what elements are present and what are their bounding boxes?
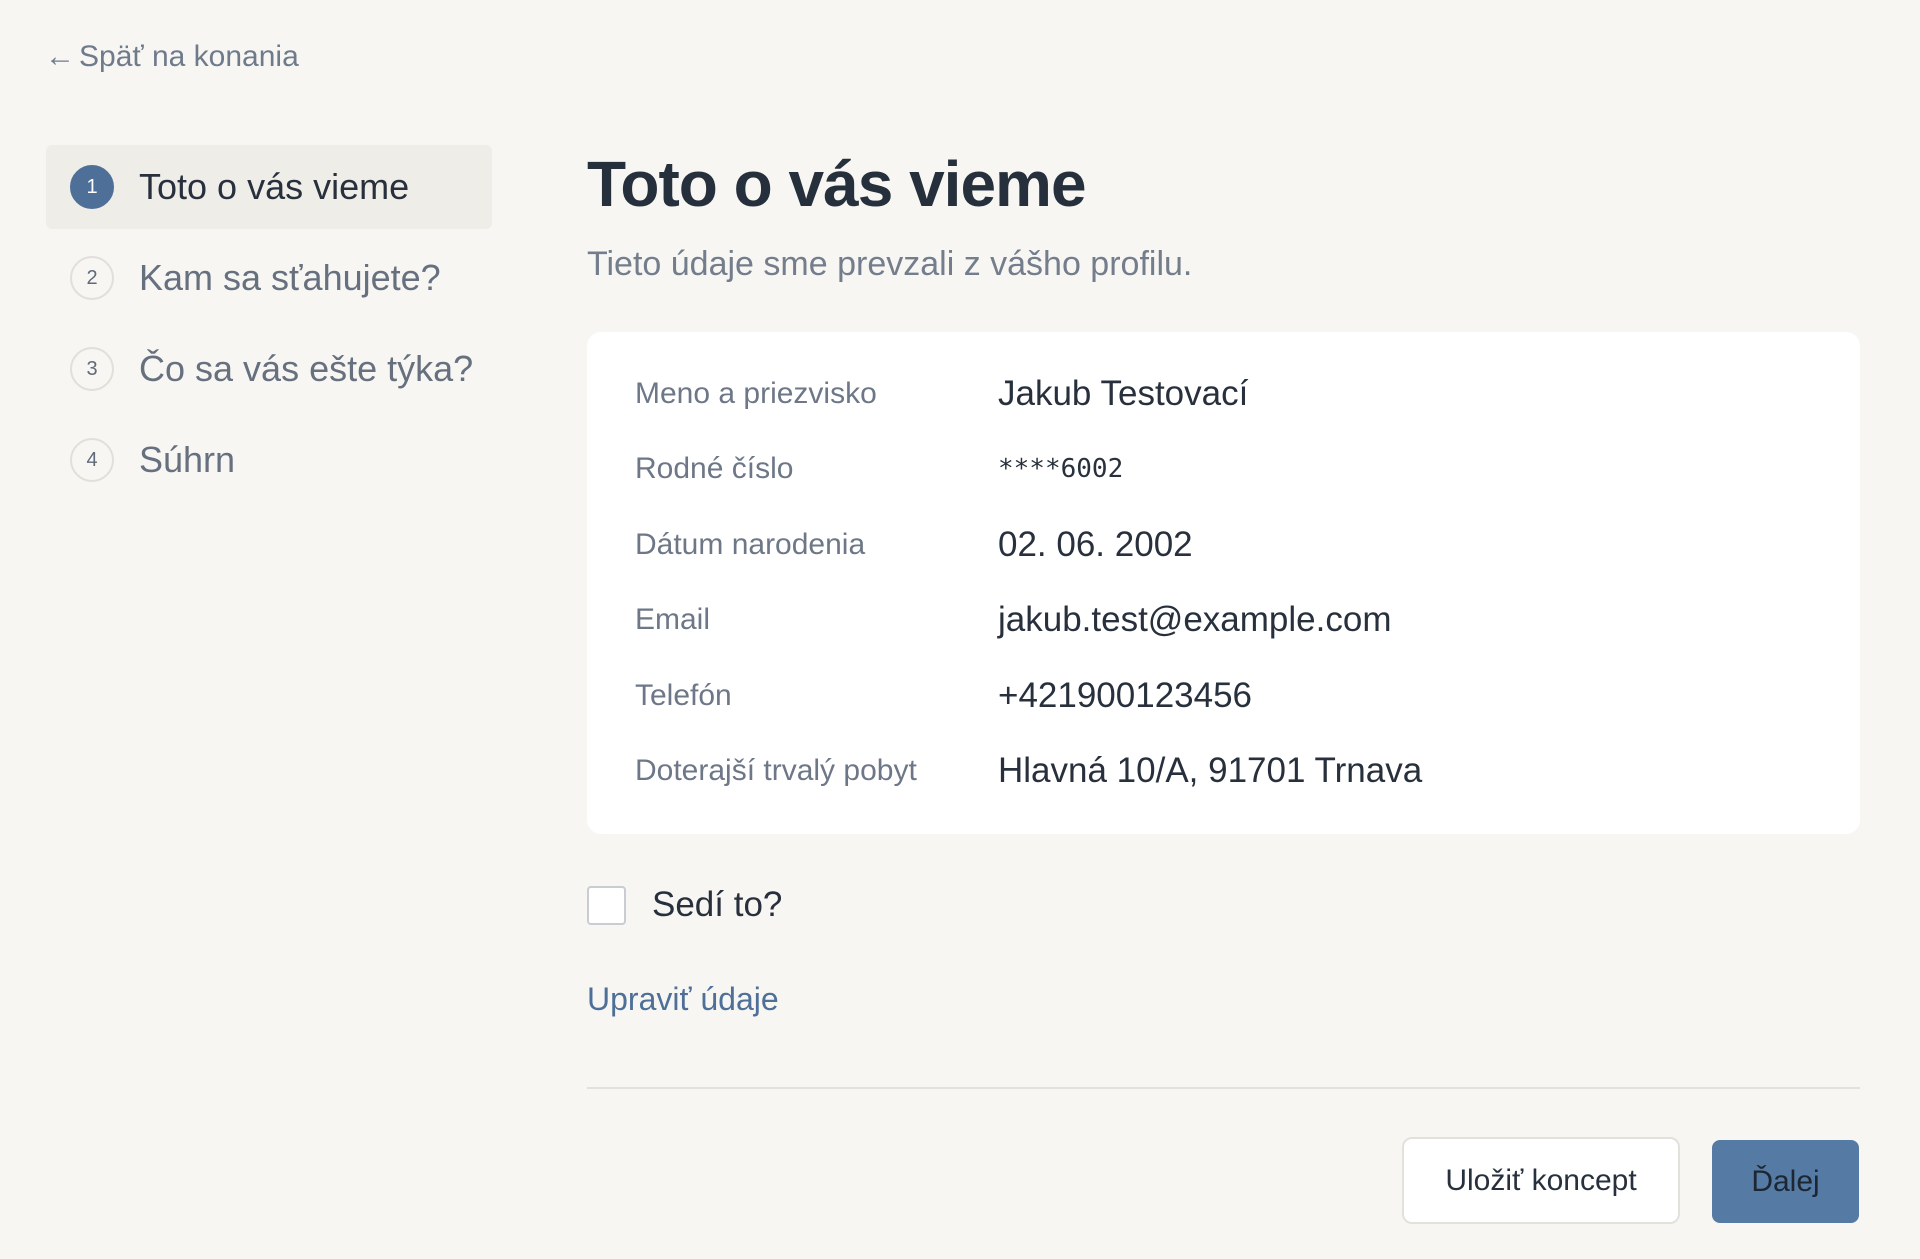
confirm-checkbox-row[interactable]: Sedí to? xyxy=(587,885,782,925)
step-2[interactable]: 2 Kam sa sťahujete? xyxy=(46,236,492,320)
confirm-checkbox[interactable] xyxy=(587,885,626,925)
save-draft-button[interactable]: Uložiť koncept xyxy=(1402,1137,1680,1224)
divider xyxy=(587,1087,1860,1089)
next-button[interactable]: Ďalej xyxy=(1712,1140,1859,1223)
page-subtitle: Tieto údaje sme prevzali z vášho profilu… xyxy=(587,245,1193,283)
info-value: ****6002 xyxy=(998,454,1124,485)
info-label: Telefón xyxy=(635,678,732,712)
info-label: Doterajší trvalý pobyt xyxy=(635,754,917,788)
back-link[interactable]: ← Späť na konania xyxy=(45,40,299,74)
arrow-left-icon: ← xyxy=(45,40,75,73)
info-row-birth-date: Dátum narodenia 02. 06. 2002 xyxy=(635,507,1860,583)
info-value: 02. 06. 2002 xyxy=(998,524,1193,564)
info-value: Hlavná 10/A, 91701 Trnava xyxy=(998,751,1423,791)
info-row-name: Meno a priezvisko Jakub Testovací xyxy=(635,356,1860,432)
info-label: Meno a priezvisko xyxy=(635,376,877,410)
info-value: jakub.test@example.com xyxy=(998,600,1392,640)
step-3[interactable]: 3 Čo sa vás ešte týka? xyxy=(46,327,492,411)
step-label: Toto o vás vieme xyxy=(139,166,410,207)
step-4[interactable]: 4 Súhrn xyxy=(46,418,492,502)
step-number: 1 xyxy=(70,165,114,209)
step-1[interactable]: 1 Toto o vás vieme xyxy=(46,145,492,229)
info-row-phone: Telefón +421900123456 xyxy=(635,658,1860,734)
info-label: Rodné číslo xyxy=(635,452,794,486)
info-label: Dátum narodenia xyxy=(635,527,866,561)
profile-card: Meno a priezvisko Jakub Testovací Rodné … xyxy=(587,332,1860,834)
stepper: 1 Toto o vás vieme 2 Kam sa sťahujete? 3… xyxy=(46,145,492,509)
page-title: Toto o vás vieme xyxy=(587,148,1087,220)
info-label: Email xyxy=(635,603,711,637)
info-row-email: Email jakub.test@example.com xyxy=(635,583,1860,659)
back-link-label: Späť na konania xyxy=(79,40,299,73)
edit-details-link[interactable]: Upraviť údaje xyxy=(587,981,779,1018)
info-row-birth-number: Rodné číslo ****6002 xyxy=(635,432,1860,508)
main-content: Toto o vás vieme Tieto údaje sme prevzal… xyxy=(587,145,1861,1224)
confirm-label: Sedí to? xyxy=(652,885,783,924)
step-label: Kam sa sťahujete? xyxy=(139,257,441,298)
step-number: 3 xyxy=(70,347,114,391)
step-label: Čo sa vás ešte týka? xyxy=(139,348,474,389)
step-number: 4 xyxy=(70,438,114,482)
info-row-address: Doterajší trvalý pobyt Hlavná 10/A, 9170… xyxy=(635,734,1860,810)
info-value: Jakub Testovací xyxy=(998,373,1249,413)
info-value: +421900123456 xyxy=(998,675,1253,715)
step-label: Súhrn xyxy=(139,439,236,480)
step-number: 2 xyxy=(70,256,114,300)
